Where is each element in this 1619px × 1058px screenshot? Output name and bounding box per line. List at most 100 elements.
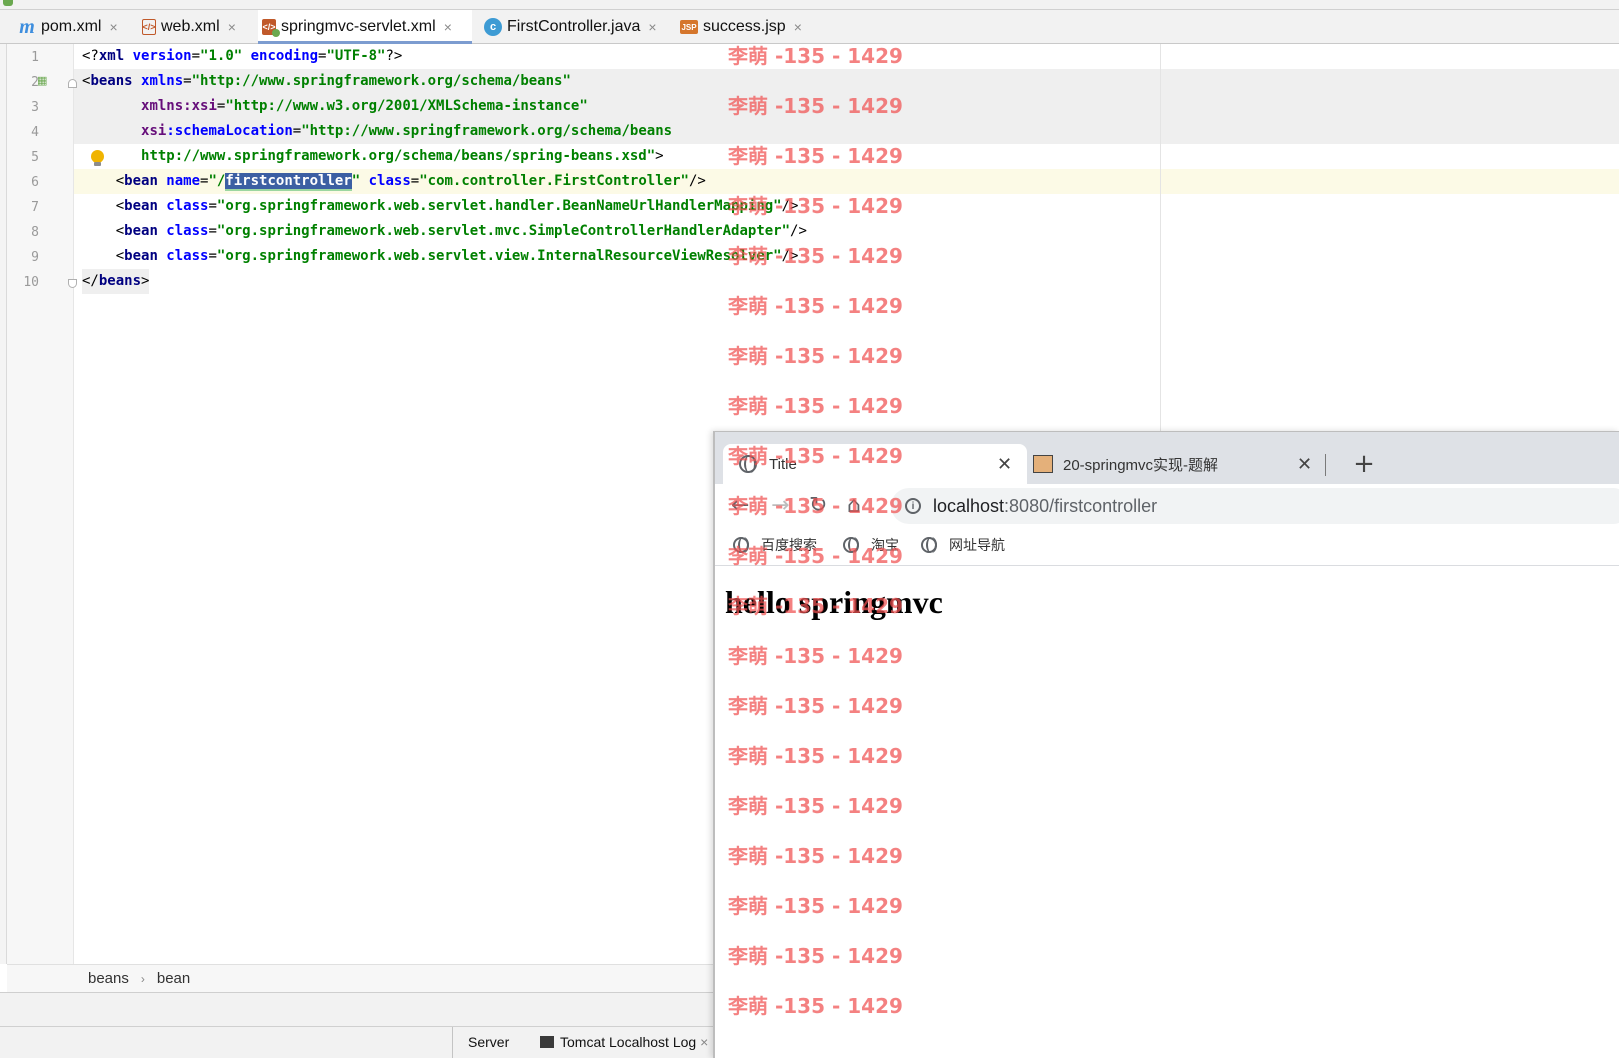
xml-file-icon: </>: [142, 19, 156, 35]
close-icon[interactable]: ×: [444, 19, 452, 35]
structure-icon: ▦: [37, 74, 48, 87]
selected-text[interactable]: firstcontroller: [225, 173, 352, 191]
code-token: class: [157, 198, 209, 214]
code-token: "http://www.springframework.org/schema/b…: [301, 123, 673, 139]
code-token: bean: [124, 223, 158, 239]
code-token: <?: [82, 48, 99, 64]
tab-web-xml[interactable]: </> web.xml ×: [138, 10, 250, 44]
bookmark-baidu[interactable]: 百度搜索: [733, 535, 817, 555]
bookmarks-bar: 百度搜索 淘宝 网址导航: [715, 526, 1619, 566]
code-token: xsi: [141, 123, 167, 139]
code-token: >: [141, 273, 150, 289]
line-number: 9: [31, 250, 39, 265]
address-bar[interactable]: i localhost:8080/firstcontroller: [891, 488, 1619, 524]
fold-marker-icon[interactable]: [68, 279, 77, 288]
editor-tab-bar: m pom.xml × </> web.xml × </> springmvc-…: [0, 10, 1619, 44]
code-token: </: [82, 273, 99, 289]
code-token: "com.controller.FirstController": [419, 173, 689, 189]
project-icon: [3, 0, 13, 6]
code-token: =: [410, 173, 420, 189]
forward-button[interactable]: →: [771, 493, 789, 518]
code-token: />: [688, 173, 706, 189]
code-line-9: <bean class="org.springframework.web.ser…: [82, 244, 799, 269]
bookmark-label: 网址导航: [949, 537, 1005, 553]
screen: m pom.xml × </> web.xml × </> springmvc-…: [0, 0, 1619, 1058]
breadcrumb-item-beans[interactable]: beans: [88, 970, 129, 987]
bookmark-taobao[interactable]: 淘宝: [843, 535, 899, 555]
code-line-5: http://www.springframework.org/schema/be…: [82, 144, 664, 169]
jsp-file-icon: JSP: [680, 20, 698, 34]
close-icon[interactable]: ×: [228, 19, 236, 35]
tab-label: success.jsp: [703, 18, 786, 35]
line-number: 6: [31, 175, 39, 190]
line-number: 10: [23, 275, 39, 290]
code-token: class: [157, 223, 209, 239]
divider: [452, 1027, 453, 1058]
new-tab-button[interactable]: +: [1348, 444, 1380, 484]
line-number: 4: [31, 125, 39, 140]
fold-marker-icon[interactable]: [68, 79, 77, 88]
line-number-gutter: 1 2 3 4 5 6 7 8 9 10: [7, 44, 74, 964]
browser-tab-title[interactable]: Title ✕: [723, 444, 1027, 484]
tab-firstcontroller-java[interactable]: c FirstController.java ×: [480, 10, 666, 44]
code-token: xmlns:xsi: [141, 98, 217, 114]
browser-tab-strip: Title ✕ 20-springmvc实现-题解 ✕ +: [715, 432, 1619, 484]
code-token: "org.springframework.web.servlet.mvc.Sim…: [216, 223, 791, 239]
code-line-2: <beans xmlns="http://www.springframework…: [82, 69, 571, 94]
browser-tab-label: Title: [769, 455, 797, 473]
tab-pom-xml[interactable]: m pom.xml ×: [14, 10, 134, 44]
url-path: :8080/firstcontroller: [1004, 495, 1158, 516]
code-line-8: <bean class="org.springframework.web.ser…: [82, 219, 807, 244]
chevron-right-icon: ›: [140, 971, 145, 986]
code-line-7: <bean class="org.springframework.web.ser…: [82, 194, 799, 219]
back-button[interactable]: ←: [731, 493, 749, 518]
code-token: =: [183, 73, 192, 89]
tab-label: Tomcat Localhost Log: [560, 1034, 697, 1050]
close-icon[interactable]: ×: [794, 19, 802, 35]
close-icon[interactable]: ×: [648, 19, 656, 35]
code-token: <: [82, 198, 125, 214]
info-icon[interactable]: i: [905, 498, 921, 514]
line-number: 7: [31, 200, 39, 215]
code-token: ?>: [385, 48, 403, 64]
code-line-10: </beans>: [82, 269, 150, 294]
code-token: bean: [124, 173, 158, 189]
ide-title-strip: [0, 0, 1619, 10]
code-token: beans: [90, 73, 133, 89]
code-token: <: [82, 223, 125, 239]
globe-icon: [739, 455, 757, 473]
breadcrumb-item-bean[interactable]: bean: [157, 970, 190, 987]
close-icon[interactable]: ✕: [1297, 454, 1312, 475]
code-token: name: [157, 173, 201, 189]
tab-success-jsp[interactable]: JSP success.jsp ×: [676, 10, 806, 44]
tab-springmvc-servlet-xml[interactable]: </> springmvc-servlet.xml ×: [258, 10, 472, 44]
line-number: 8: [31, 225, 39, 240]
code-token: "/: [208, 173, 226, 189]
reload-button[interactable]: ↻: [809, 493, 827, 518]
code-token: xmlns: [132, 73, 184, 89]
tab-label: pom.xml: [41, 18, 102, 35]
code-token: class: [360, 173, 411, 189]
code-token: bean: [124, 198, 158, 214]
tab-tomcat-localhost-log[interactable]: Tomcat Localhost Log ×: [540, 1034, 708, 1050]
code-token: version: [124, 48, 192, 64]
close-icon[interactable]: ×: [109, 19, 117, 35]
close-icon[interactable]: ✕: [997, 454, 1012, 475]
console-icon: [540, 1036, 554, 1048]
line-number: 5: [31, 150, 39, 165]
home-button[interactable]: ⌂: [847, 493, 861, 518]
code-token: class: [157, 248, 209, 264]
code-token: =: [208, 198, 217, 214]
line-number: 2: [31, 75, 39, 90]
bookmark-nav[interactable]: 网址导航: [921, 535, 1005, 555]
bookmark-label: 淘宝: [871, 537, 899, 553]
tab-server[interactable]: Server: [468, 1034, 509, 1050]
tab-label: FirstController.java: [507, 18, 641, 35]
browser-tab-springmvc[interactable]: 20-springmvc实现-题解 ✕: [1033, 444, 1323, 484]
code-token: "org.springframework.web.servlet.handler…: [216, 198, 782, 214]
close-icon[interactable]: ×: [700, 1034, 708, 1050]
code-token: >: [655, 148, 664, 164]
java-class-icon: c: [484, 18, 502, 36]
code-token: =: [292, 123, 302, 139]
